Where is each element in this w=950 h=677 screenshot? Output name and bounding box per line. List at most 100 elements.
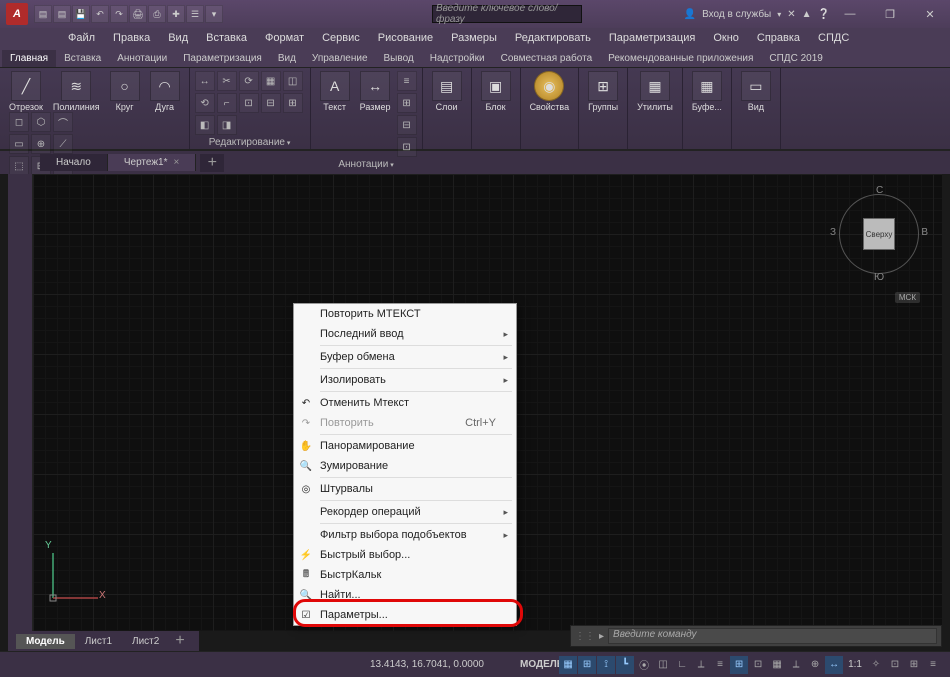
block-button[interactable]: ▣Блок [477, 71, 515, 112]
ribbon-tab-3[interactable]: Параметризация [175, 50, 270, 67]
menu-формат[interactable]: Формат [257, 31, 312, 45]
cmd-handle-icon[interactable]: ⋮⋮ [575, 631, 595, 642]
qat-button-2[interactable]: 💾 [72, 5, 90, 23]
menu-окно[interactable]: Окно [705, 31, 747, 45]
add-layout-button[interactable]: + [169, 632, 190, 650]
qat-button-9[interactable]: ▾ [205, 5, 223, 23]
menu-сервис[interactable]: Сервис [314, 31, 368, 45]
qat-button-0[interactable]: ▤ [34, 5, 52, 23]
status-toggle-7[interactable]: ⟂ [692, 656, 710, 674]
ribbon-group-modify-title[interactable]: Редактирование [195, 135, 305, 148]
qat-button-3[interactable]: ↶ [91, 5, 109, 23]
status-toggle-2[interactable]: ⟟ [597, 656, 615, 674]
status-toggle-6[interactable]: ∟ [673, 656, 691, 674]
ctx-undo[interactable]: ↶Отменить Мтекст [294, 393, 516, 413]
modify-small-8[interactable]: ⊟ [261, 93, 281, 113]
modify-small-1[interactable]: ✂ [217, 71, 237, 91]
ctx-repeat-mtext[interactable]: Повторить МТЕКСТ [294, 304, 516, 324]
status-toggle-14[interactable]: ↔ [825, 656, 843, 674]
menu-спдс[interactable]: СПДС [810, 31, 857, 45]
ribbon-tab-4[interactable]: Вид [270, 50, 304, 67]
annot-small-3[interactable]: ⊡ [397, 137, 417, 157]
drawing-tab[interactable]: Чертеж1*× [108, 154, 196, 171]
status-toggle-13[interactable]: ⊕ [806, 656, 824, 674]
draw-Дуга[interactable]: ◠Дуга [146, 71, 184, 112]
utilities-button[interactable]: ▦Утилиты [633, 71, 677, 112]
ctx-quick-select[interactable]: ⚡Быстрый выбор... [294, 545, 516, 565]
command-line[interactable]: ⋮⋮ ▸ Введите команду [570, 625, 942, 647]
draw-small-2[interactable]: ⌒ [53, 112, 73, 132]
search-input[interactable]: Введите ключевое слово/фразу [432, 5, 582, 23]
ctx-quickcalc[interactable]: 🖩БыстрКальк [294, 565, 516, 585]
window-minimize-button[interactable]: — [830, 0, 870, 28]
status-toggle-8[interactable]: ≡ [711, 656, 729, 674]
ctx-clipboard[interactable]: Буфер обмена [294, 347, 516, 367]
viewcube-east[interactable]: В [921, 227, 928, 238]
layers-button[interactable]: ▤Слои [428, 71, 466, 112]
ribbon-tab-1[interactable]: Вставка [56, 50, 109, 67]
draw-small-1[interactable]: ⬡ [31, 112, 51, 132]
status-toggle-9[interactable]: ⊞ [730, 656, 748, 674]
viewcube-south[interactable]: Ю [874, 272, 884, 283]
ribbon-tab-0[interactable]: Главная [2, 50, 56, 67]
modify-small-6[interactable]: ⌐ [217, 93, 237, 113]
annot-Текст[interactable]: AТекст [316, 71, 354, 157]
ctx-subobject-filter[interactable]: Фильтр выбора подобъектов [294, 525, 516, 545]
modify-small-2[interactable]: ⟳ [239, 71, 259, 91]
properties-button[interactable]: ◉Свойства [526, 71, 574, 112]
viewcube[interactable]: Сверху С Ю З В [834, 189, 924, 279]
modify-small-10[interactable]: ◧ [195, 115, 215, 135]
layout-tab-2[interactable]: Лист2 [122, 634, 169, 649]
draw-Полилиния[interactable]: ≋Полилиния [49, 71, 104, 112]
menu-размеры[interactable]: Размеры [443, 31, 505, 45]
ctx-isolate[interactable]: Изолировать [294, 370, 516, 390]
annot-small-2[interactable]: ⊟ [397, 115, 417, 135]
status-toggle-17[interactable]: ⊞ [905, 656, 923, 674]
exchange-icon[interactable]: ✕ [787, 9, 795, 20]
user-icon[interactable]: 👤 [684, 9, 696, 20]
status-toggle-0[interactable]: ▦ [559, 656, 577, 674]
signin-link[interactable]: Вход в службы [702, 9, 771, 20]
view-button[interactable]: ▭Вид [737, 71, 775, 112]
add-tab-button[interactable]: + [200, 154, 224, 172]
modify-small-9[interactable]: ⊞ [283, 93, 303, 113]
status-toggle-11[interactable]: ▦ [768, 656, 786, 674]
command-input[interactable]: Введите команду [608, 628, 937, 644]
draw-small-5[interactable]: ⟋ [53, 134, 73, 154]
menu-правка[interactable]: Правка [105, 31, 158, 45]
modify-small-3[interactable]: ▦ [261, 71, 281, 91]
scale-readout[interactable]: 1:1 [844, 659, 866, 670]
autodesk-icon[interactable]: ▲ [802, 9, 812, 20]
annot-small-1[interactable]: ⊞ [397, 93, 417, 113]
ctx-recent-input[interactable]: Последний ввод [294, 324, 516, 344]
modify-small-11[interactable]: ◨ [217, 115, 237, 135]
modify-small-7[interactable]: ⊡ [239, 93, 259, 113]
viewcube-west[interactable]: З [830, 227, 836, 238]
window-maximize-button[interactable]: ❐ [870, 0, 910, 28]
modify-small-4[interactable]: ◫ [283, 71, 303, 91]
status-toggle-5[interactable]: ◫ [654, 656, 672, 674]
menu-вид[interactable]: Вид [160, 31, 196, 45]
modify-small-5[interactable]: ⟲ [195, 93, 215, 113]
status-toggle-3[interactable]: ┗ [616, 656, 634, 674]
status-toggle-10[interactable]: ⊡ [749, 656, 767, 674]
menu-редактировать[interactable]: Редактировать [507, 31, 599, 45]
model-space-toggle[interactable]: МОДЕЛЬ [520, 659, 564, 670]
ctx-action-recorder[interactable]: Рекордер операций [294, 502, 516, 522]
ctx-zoom[interactable]: 🔍Зумирование [294, 456, 516, 476]
draw-small-4[interactable]: ⊕ [31, 134, 51, 154]
start-tab[interactable]: Начало [40, 154, 108, 171]
draw-small-0[interactable]: ◻ [9, 112, 29, 132]
ucs-icon[interactable]: Y X [43, 548, 103, 611]
menu-вставка[interactable]: Вставка [198, 31, 255, 45]
status-toggle-4[interactable]: ⦿ [635, 656, 653, 674]
draw-Круг[interactable]: ○Круг [106, 71, 144, 112]
ribbon-tab-6[interactable]: Вывод [376, 50, 422, 67]
layout-tab-1[interactable]: Лист1 [75, 634, 122, 649]
viewcube-north[interactable]: С [876, 185, 883, 196]
status-toggle-15[interactable]: ✧ [867, 656, 885, 674]
wcs-badge[interactable]: МСК [895, 292, 920, 303]
ribbon-tab-8[interactable]: Совместная работа [493, 50, 601, 67]
status-toggle-16[interactable]: ⊡ [886, 656, 904, 674]
ribbon-tab-7[interactable]: Надстройки [422, 50, 493, 67]
